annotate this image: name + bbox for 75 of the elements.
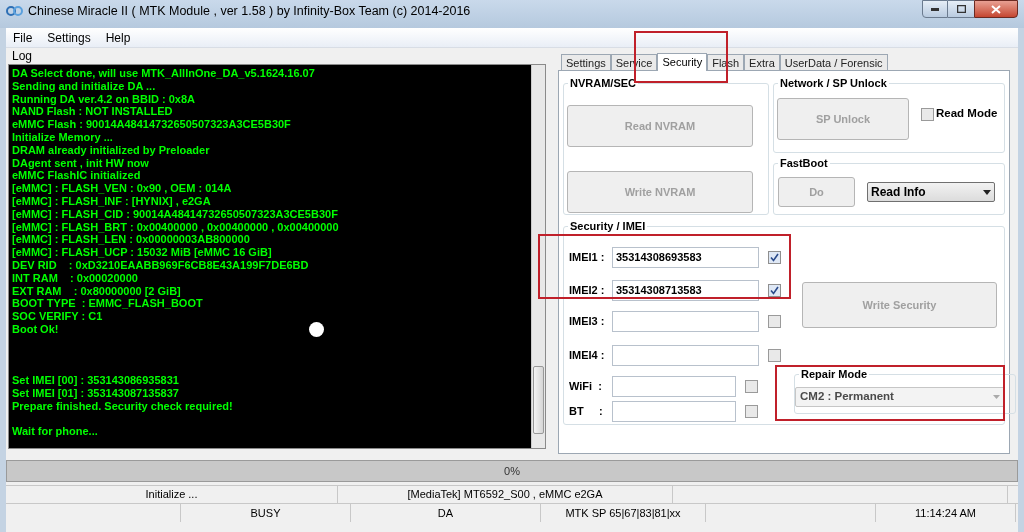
log-line: EXT RAM : 0x80000000 [2 GiB] [12, 284, 181, 298]
field-label: IMEI3 : [569, 314, 606, 330]
status-text: 11:14:24 AM [915, 505, 976, 521]
log-line: [eMMC] : FLASH_UCP : 15032 MiB [eMMC 16 GiB] [12, 246, 272, 259]
status-text: BUSY [250, 505, 281, 521]
checkmark-icon [770, 286, 779, 295]
field-label: WiFi : [569, 379, 603, 395]
close-icon [991, 4, 1001, 14]
field-label: IMEI1 : [569, 250, 606, 266]
dropdown-arrow-icon [993, 395, 1000, 399]
status-text: [MediaTek] MT6592_S00 , eMMC e2GA [407, 487, 603, 503]
field-label: BT : [569, 404, 604, 420]
tab[interactable]: Security [657, 53, 708, 71]
checkbox-label: Read Mode [936, 106, 998, 122]
log-line: Set IMEI [01] : 353143087135837 [12, 386, 179, 400]
minimize-icon [931, 7, 939, 11]
maximize-button[interactable] [948, 0, 974, 18]
app-logo-icon [6, 5, 24, 17]
log-line: [eMMC] : FLASH_INF : [HYNIX] , e2GA [12, 194, 211, 208]
window-title: Chinese Miracle II ( MTK Module , ver 1.58 ) by Infinity-Box Team (c) 2014-2016 [28, 3, 471, 19]
log-line: NAND Flash : NOT INSTALLED [12, 105, 173, 119]
status-text: Initialize ... [145, 487, 198, 503]
scrollbar[interactable] [531, 65, 545, 448]
checkbox[interactable] [768, 251, 781, 264]
status-text: MTK SP 65|67|83|81|xx [565, 505, 681, 521]
imei-field[interactable] [612, 345, 759, 366]
menu-item[interactable]: Help [105, 28, 131, 47]
log-line: [eMMC] : FLASH_VEN : 0x90 , OEM : 014A [12, 182, 232, 195]
log-line: SOC VERIFY : C1 [12, 310, 103, 323]
log-line: Initialize Memory ... [12, 131, 113, 144]
imei-field[interactable]: 35314308713583 [612, 280, 759, 301]
log-line: Wait for phone... [12, 425, 98, 439]
checkbox[interactable] [921, 107, 934, 121]
log-line: DRAM already initialized by Preloader [12, 143, 210, 157]
log-line: [eMMC] : FLASH_CID : 90014A48414732650507323A3CE5B30F [12, 207, 338, 221]
log-line: BOOT TYPE : EMMC_FLASH_BOOT [12, 297, 203, 311]
field-label: IMEI4 : [569, 348, 606, 364]
log-line: INT RAM : 0x00020000 [12, 271, 138, 285]
menu-item[interactable]: Settings [47, 28, 91, 47]
mode-select[interactable]: Read Info [867, 182, 995, 202]
log-line: Prepare finished. Security check required! [12, 399, 233, 413]
checkbox[interactable] [768, 315, 781, 328]
imei-field[interactable] [612, 401, 736, 422]
imei-field[interactable]: 35314308693583 [612, 247, 759, 268]
log-line: DEV RID : 0xD3210EAABB969F6CB8E43A199F7DE6BD [12, 258, 309, 272]
checkmark-icon [770, 253, 779, 262]
log-label: Log [11, 49, 34, 63]
field-label: IMEI2 : [569, 283, 606, 299]
checkbox[interactable] [768, 349, 781, 362]
log-line: Sending and initialize DA ... [12, 79, 156, 93]
tab[interactable]: UserData / Forensic [779, 54, 888, 70]
menu-item[interactable]: File [13, 28, 33, 47]
tab[interactable]: Settings [561, 54, 611, 70]
scrollbar-thumb[interactable] [533, 366, 544, 434]
minimize-button[interactable] [922, 0, 948, 18]
log-line: Set IMEI [00] : 353143086935831 [12, 374, 179, 387]
progress-text: 0% [504, 463, 520, 479]
log-line: DA Select done, will use MTK_AllInOne_DA_v5.1624.16.07 [12, 67, 315, 80]
dropdown-arrow-icon [983, 189, 991, 195]
log-line: [eMMC] : FLASH_BRT : 0x00400000 , 0x00400000 , 0x00400000 [12, 220, 339, 234]
imei-field[interactable] [612, 311, 759, 332]
log-line: eMMC Flash : 90014A48414732650507323A3CE5B30F [12, 118, 291, 131]
log-line: eMMC FlashIC initialized [12, 169, 141, 183]
checkbox[interactable] [745, 405, 758, 418]
imei-field[interactable] [612, 376, 736, 397]
log-line: [eMMC] : FLASH_LEN : 0x00000003AB800000 [12, 233, 250, 247]
log-line: Boot Ok! [12, 322, 59, 336]
close-button[interactable] [974, 0, 1018, 18]
tab[interactable]: Extra [744, 54, 780, 70]
status-text: DA [437, 505, 454, 521]
checkbox[interactable] [768, 284, 781, 297]
maximize-icon [956, 5, 966, 13]
log-line: DAgent sent , init HW now [12, 156, 149, 170]
log-line: Running DA ver.4.2 on BBID : 0x8A [12, 92, 195, 106]
checkbox[interactable] [745, 380, 758, 393]
